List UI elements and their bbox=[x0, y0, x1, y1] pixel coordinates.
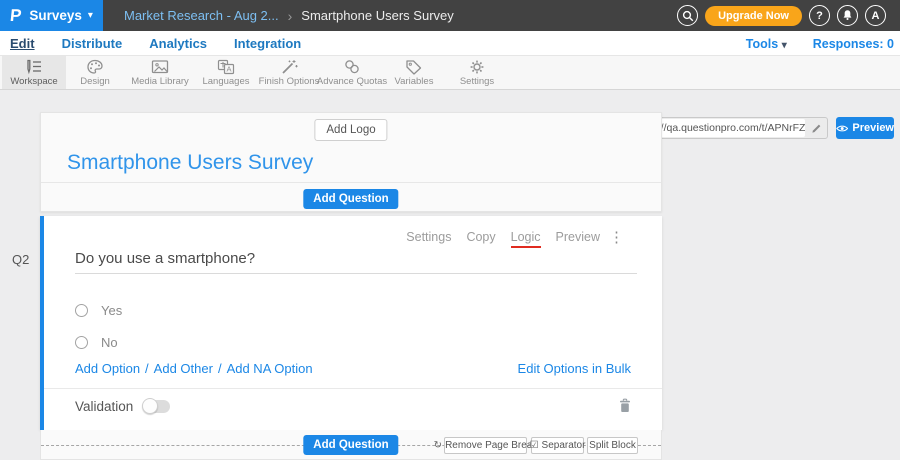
edit-url-button[interactable] bbox=[805, 123, 827, 134]
toolbar-item-finish-options[interactable]: Finish Options bbox=[257, 56, 321, 89]
links-icon bbox=[342, 59, 362, 75]
question-text-underline bbox=[75, 273, 637, 274]
toolbar-item-media-library[interactable]: Media Library bbox=[125, 56, 195, 89]
add-logo-button[interactable]: Add Logo bbox=[314, 119, 387, 141]
palette-icon bbox=[85, 59, 105, 75]
link-separator: / bbox=[145, 361, 149, 376]
toolbar-item-workspace[interactable]: Workspace bbox=[2, 56, 66, 89]
search-icon bbox=[682, 10, 694, 22]
responses-count[interactable]: Responses: 0 bbox=[813, 37, 894, 51]
tag-icon bbox=[404, 59, 424, 75]
question-card: Settings Copy Logic Preview ⋮ Do you use… bbox=[40, 216, 662, 430]
link-separator: / bbox=[218, 361, 222, 376]
toolbar-item-languages[interactable]: A Languages bbox=[195, 56, 257, 89]
question-tabs: Settings Copy Logic Preview bbox=[406, 230, 600, 248]
notifications-button[interactable] bbox=[837, 5, 858, 26]
nav-tab-distribute[interactable]: Distribute bbox=[62, 36, 123, 51]
eye-icon bbox=[836, 124, 848, 133]
add-other-link[interactable]: Add Other bbox=[154, 361, 213, 376]
question-text[interactable]: Do you use a smartphone? bbox=[75, 250, 255, 267]
trash-icon bbox=[618, 398, 632, 413]
brand-menu[interactable]: P Surveys ▾ bbox=[0, 0, 103, 31]
questionpro-logo-icon: P bbox=[9, 6, 22, 26]
toolbar-item-settings[interactable]: Settings bbox=[445, 56, 509, 89]
answer-option-row: Yes bbox=[75, 303, 122, 318]
nav-tab-integration[interactable]: Integration bbox=[234, 36, 301, 51]
question-number-label: Q2 bbox=[12, 252, 29, 267]
survey-title[interactable]: Smartphone Users Survey bbox=[67, 151, 313, 175]
nav-tab-analytics[interactable]: Analytics bbox=[149, 36, 207, 51]
add-option-link[interactable]: Add Option bbox=[75, 361, 140, 376]
validation-row: Validation bbox=[75, 399, 170, 414]
separator-button[interactable]: ☑ Separator bbox=[531, 437, 584, 454]
question-tab-logic[interactable]: Logic bbox=[511, 230, 541, 248]
question-mark-icon: ? bbox=[816, 10, 823, 22]
validation-toggle[interactable] bbox=[143, 400, 170, 413]
nav-tab-edit[interactable]: Edit bbox=[10, 36, 35, 51]
bell-icon bbox=[841, 9, 854, 22]
question-tab-preview[interactable]: Preview bbox=[556, 230, 600, 248]
pencil-icon bbox=[811, 123, 822, 134]
kebab-menu-icon[interactable]: ⋮ bbox=[609, 228, 624, 246]
svg-text:A: A bbox=[226, 64, 231, 73]
edit-options-in-bulk-link[interactable]: Edit Options in Bulk bbox=[518, 361, 631, 376]
delete-question-button[interactable] bbox=[618, 398, 632, 418]
avatar[interactable]: A bbox=[865, 5, 886, 26]
validation-label: Validation bbox=[75, 399, 133, 414]
workspace-icon bbox=[24, 59, 44, 75]
upgrade-now-button[interactable]: Upgrade Now bbox=[705, 6, 802, 26]
radio-button[interactable] bbox=[75, 336, 88, 349]
breadcrumb: Market Research - Aug 2... › Smartphone … bbox=[124, 0, 454, 31]
image-icon bbox=[150, 59, 170, 75]
option-label[interactable]: No bbox=[101, 335, 118, 350]
editor-toolbar: Workspace Design Media Library A Languag… bbox=[0, 56, 900, 90]
remove-page-break-icon: ↻ bbox=[434, 440, 442, 451]
search-button[interactable] bbox=[677, 5, 698, 26]
divider bbox=[41, 182, 661, 183]
option-label[interactable]: Yes bbox=[101, 303, 122, 318]
toolbar-item-advance-quotas[interactable]: Advance Quotas bbox=[321, 56, 383, 89]
question-tab-settings[interactable]: Settings bbox=[406, 230, 451, 248]
wand-icon bbox=[279, 59, 299, 75]
section-nav: Edit Distribute Analytics Integration To… bbox=[0, 31, 900, 56]
toolbar-item-variables[interactable]: Variables bbox=[383, 56, 445, 89]
option-links: Add Option / Add Other / Add NA Option bbox=[75, 361, 313, 376]
preview-button[interactable]: Preview bbox=[836, 117, 894, 139]
header-actions: Upgrade Now ? A bbox=[677, 0, 886, 31]
tools-menu[interactable]: Tools ▾ bbox=[746, 37, 787, 51]
radio-button[interactable] bbox=[75, 304, 88, 317]
split-block-button[interactable]: Split Block bbox=[587, 437, 638, 454]
breadcrumb-parent[interactable]: Market Research - Aug 2... bbox=[124, 8, 279, 23]
checkbox-checked-icon: ☑ bbox=[530, 440, 539, 451]
chevron-down-icon: ▾ bbox=[88, 10, 93, 21]
help-button[interactable]: ? bbox=[809, 5, 830, 26]
add-na-option-link[interactable]: Add NA Option bbox=[227, 361, 313, 376]
toolbar-item-design[interactable]: Design bbox=[66, 56, 124, 89]
add-question-button-bottom[interactable]: Add Question bbox=[303, 435, 398, 455]
top-header: P Surveys ▾ Market Research - Aug 2... ›… bbox=[0, 0, 900, 31]
remove-page-break-button[interactable]: ↻ Remove Page Break bbox=[444, 437, 527, 454]
toggle-knob bbox=[142, 398, 158, 414]
breadcrumb-current: Smartphone Users Survey bbox=[301, 8, 453, 23]
question-tab-copy[interactable]: Copy bbox=[466, 230, 495, 248]
breadcrumb-separator-icon: › bbox=[288, 8, 293, 24]
survey-header-card: Add Logo Smartphone Users Survey Add Que… bbox=[40, 112, 662, 212]
translate-icon: A bbox=[216, 59, 236, 75]
gear-icon bbox=[467, 59, 487, 75]
product-name: Surveys bbox=[29, 8, 82, 23]
answer-option-row: No bbox=[75, 335, 118, 350]
divider bbox=[44, 388, 662, 389]
add-question-button-top[interactable]: Add Question bbox=[303, 189, 398, 209]
page-break-strip: Add Question ↻ Remove Page Break ☑ Separ… bbox=[40, 430, 662, 460]
chevron-down-icon: ▾ bbox=[782, 40, 787, 51]
avatar-letter: A bbox=[872, 10, 880, 22]
